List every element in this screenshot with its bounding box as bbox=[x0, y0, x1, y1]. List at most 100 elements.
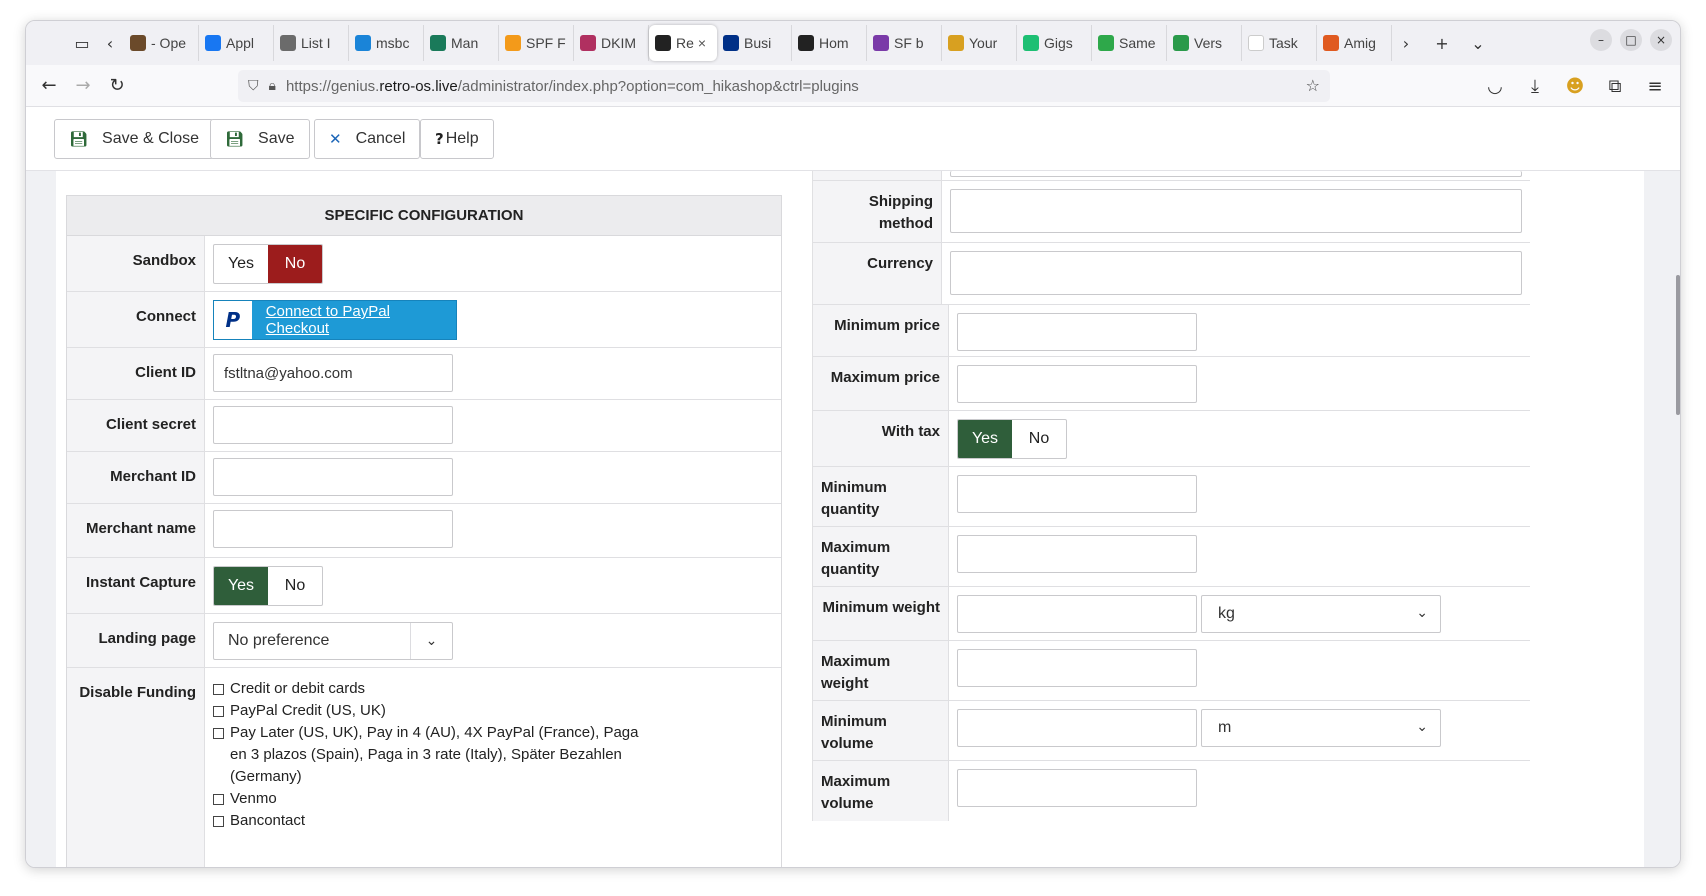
browser-tab[interactable]: - Ope bbox=[124, 25, 199, 61]
landing-page-select[interactable]: No preference ⌄ bbox=[213, 622, 453, 660]
browser-tab[interactable]: Vers bbox=[1167, 25, 1242, 61]
min-quantity-input[interactable] bbox=[957, 475, 1197, 513]
min-weight-input[interactable] bbox=[957, 595, 1197, 633]
tab-favicon-icon bbox=[1023, 35, 1039, 51]
minimize-icon[interactable]: – bbox=[1590, 29, 1612, 51]
instant-capture-no-option[interactable]: No bbox=[268, 567, 322, 605]
browser-tab[interactable]: Busi bbox=[717, 25, 792, 61]
max-quantity-input[interactable] bbox=[957, 535, 1197, 573]
shipping-method-input[interactable] bbox=[950, 189, 1522, 233]
client-id-input[interactable] bbox=[213, 354, 453, 392]
tab-title: Man bbox=[451, 35, 479, 51]
downloads-icon[interactable]: ⤓ bbox=[1518, 71, 1552, 101]
question-icon: ? bbox=[435, 130, 444, 148]
volume-unit-select[interactable]: m ⌄ bbox=[1201, 709, 1441, 747]
browser-tab[interactable]: Your bbox=[942, 25, 1017, 61]
browser-tab[interactable]: Man bbox=[424, 25, 499, 61]
instant-capture-yes-option[interactable]: Yes bbox=[214, 567, 268, 605]
back-icon[interactable]: ← bbox=[32, 71, 66, 101]
browser-tab[interactable]: Same bbox=[1092, 25, 1167, 61]
lock-icon[interactable]: 🔒︎ bbox=[269, 78, 276, 94]
cancel-button[interactable]: ✕ Cancel bbox=[314, 119, 420, 159]
save-close-button[interactable]: 💾︎ Save & Close bbox=[54, 119, 214, 159]
checkbox[interactable] bbox=[213, 728, 224, 739]
save-button[interactable]: 💾︎ Save bbox=[210, 119, 310, 159]
tab-overview-icon[interactable]: ▭ bbox=[68, 29, 96, 57]
tab-list-dropdown-icon[interactable]: ⌄ bbox=[1464, 29, 1492, 57]
min-price-input[interactable] bbox=[957, 313, 1197, 351]
browser-tab[interactable]: Amig bbox=[1317, 25, 1392, 61]
with-tax-toggle[interactable]: Yes No bbox=[957, 419, 1067, 459]
max-volume-input[interactable] bbox=[957, 769, 1197, 807]
chevron-down-icon: ⌄ bbox=[1416, 605, 1428, 621]
field-label: Minimum price bbox=[813, 305, 949, 356]
checkbox[interactable] bbox=[213, 706, 224, 717]
funding-option[interactable]: Pay Later (US, UK), Pay in 4 (AU), 4X Pa… bbox=[213, 722, 773, 788]
row-shipping-method: Shipping method bbox=[813, 181, 1530, 243]
tab-title: Appl bbox=[226, 35, 255, 51]
merchant-id-input[interactable] bbox=[213, 458, 453, 496]
reload-icon[interactable]: ↻ bbox=[100, 71, 134, 101]
address-bar[interactable]: ⛉ 🔒︎ https://genius.retro-os.live/admini… bbox=[238, 70, 1330, 102]
browser-tab[interactable]: Appl bbox=[199, 25, 274, 61]
with-tax-no-option[interactable]: No bbox=[1012, 420, 1066, 458]
currency-input[interactable] bbox=[950, 251, 1522, 295]
field-label: Connect bbox=[67, 292, 205, 347]
pocket-icon[interactable]: ◡ bbox=[1478, 71, 1512, 101]
main-panel: SPECIFIC CONFIGURATION Sandbox Yes No Con… bbox=[56, 171, 1644, 867]
max-price-input[interactable] bbox=[957, 365, 1197, 403]
checkbox[interactable] bbox=[213, 794, 224, 805]
tabs-scroll-right-icon[interactable]: › bbox=[1392, 29, 1420, 57]
tabs-scroll-left-icon[interactable]: ‹ bbox=[96, 29, 124, 57]
browser-tab[interactable]: SPF F bbox=[499, 25, 574, 61]
connect-paypal-button[interactable]: P Connect to PayPal Checkout bbox=[213, 300, 457, 340]
forward-icon[interactable]: → bbox=[66, 71, 100, 101]
checkbox[interactable] bbox=[213, 684, 224, 695]
browser-tab[interactable]: SF b bbox=[867, 25, 942, 61]
browser-tab[interactable]: msbc bbox=[349, 25, 424, 61]
page-scrollbar[interactable] bbox=[1676, 275, 1680, 415]
menu-icon[interactable]: ≡ bbox=[1638, 71, 1672, 101]
merchant-name-input[interactable] bbox=[213, 510, 453, 548]
field-label: Landing page bbox=[67, 614, 205, 667]
funding-option[interactable]: Credit or debit cards bbox=[213, 678, 773, 700]
weight-unit-select[interactable]: kg ⌄ bbox=[1201, 595, 1441, 633]
row-min-price: Minimum price bbox=[813, 305, 1530, 357]
funding-option[interactable]: Venmo bbox=[213, 788, 773, 810]
help-button[interactable]: ? Help bbox=[420, 119, 494, 159]
tab-title: Same bbox=[1119, 35, 1156, 51]
browser-tab[interactable]: Gigs bbox=[1017, 25, 1092, 61]
extensions-icon[interactable]: ⧉ bbox=[1598, 71, 1632, 101]
with-tax-yes-option[interactable]: Yes bbox=[958, 420, 1012, 458]
funding-option[interactable]: Bancontact bbox=[213, 810, 773, 832]
shield-icon[interactable]: ⛉ bbox=[248, 78, 259, 94]
min-volume-input[interactable] bbox=[957, 709, 1197, 747]
sandbox-no-option[interactable]: No bbox=[268, 245, 322, 283]
paypal-logo-icon: P bbox=[214, 301, 252, 339]
browser-tab[interactable]: Task bbox=[1242, 25, 1317, 61]
checkbox[interactable] bbox=[213, 816, 224, 827]
extension-avatar-icon[interactable]: ☻ bbox=[1558, 71, 1592, 101]
browser-tab[interactable]: List I bbox=[274, 25, 349, 61]
url-text[interactable]: https://genius.retro-os.live/administrat… bbox=[286, 78, 859, 95]
browser-tab[interactable]: DKIM bbox=[574, 25, 649, 61]
maximize-icon[interactable]: □ bbox=[1620, 29, 1642, 51]
max-weight-input[interactable] bbox=[957, 649, 1197, 687]
specific-configuration-panel: SPECIFIC CONFIGURATION Sandbox Yes No Con… bbox=[66, 195, 782, 867]
partial-input[interactable] bbox=[950, 171, 1522, 177]
tab-favicon-icon bbox=[798, 35, 814, 51]
close-window-icon[interactable]: × bbox=[1650, 29, 1672, 51]
sandbox-yes-option[interactable]: Yes bbox=[214, 245, 268, 283]
bookmark-star-icon[interactable]: ☆ bbox=[1306, 76, 1320, 95]
instant-capture-toggle[interactable]: Yes No bbox=[213, 566, 323, 606]
new-tab-icon[interactable]: + bbox=[1428, 29, 1456, 57]
funding-option[interactable]: PayPal Credit (US, UK) bbox=[213, 700, 773, 722]
tab-title: SPF F bbox=[526, 35, 566, 51]
client-secret-input[interactable] bbox=[213, 406, 453, 444]
tab-title: Busi bbox=[744, 35, 772, 51]
row-landing-page: Landing page No preference ⌄ bbox=[67, 614, 781, 668]
browser-tab[interactable]: Hom bbox=[792, 25, 867, 61]
browser-tab[interactable]: Re × bbox=[649, 25, 717, 61]
sandbox-toggle[interactable]: Yes No bbox=[213, 244, 323, 284]
close-tab-icon[interactable]: × bbox=[698, 35, 706, 51]
